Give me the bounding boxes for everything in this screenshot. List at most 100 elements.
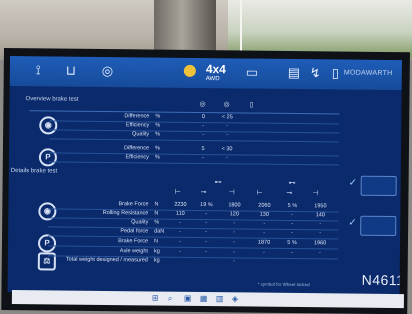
app-icon[interactable]: ▦ (200, 294, 208, 303)
license-plate: N461128 (362, 272, 402, 289)
window-frame (240, 0, 242, 58)
background-window (228, 0, 412, 58)
row-label: Quality (132, 131, 149, 137)
front-left-value: - (168, 239, 192, 245)
row-limit: < 30 (215, 146, 239, 152)
row-label: Pedal force (120, 228, 148, 234)
front-right-value: 1800 (222, 202, 246, 208)
row-label: Total weight designed / measured (66, 257, 148, 264)
front-diff-value: - (194, 211, 218, 217)
front-left-value: - (168, 249, 192, 255)
brand-logo: MODAWARTH (344, 69, 393, 77)
rear-diff-value: - (280, 250, 304, 256)
rear-left-value: - (252, 221, 276, 227)
front-left-value: - (168, 220, 192, 226)
rear-axle-icon: ⊷ (289, 179, 296, 187)
row-value: 0 (191, 114, 215, 120)
drive-mode-sub: AWD (206, 76, 226, 82)
footnote: * symbol for Wheel locked (258, 282, 310, 288)
row-label: Brake Force (118, 238, 148, 244)
rear-diff-value: - (280, 221, 304, 227)
front-left-value: 2230 (168, 202, 192, 208)
rear-left-value: 2060 (252, 203, 276, 209)
rear-right-value: 140 (308, 212, 332, 218)
front-diff-value: - (194, 249, 218, 255)
row-unit: daN (154, 229, 164, 235)
front-right-value: - (222, 229, 246, 235)
app-icon[interactable]: ◈ (232, 294, 238, 303)
rear-right-value: - (308, 221, 332, 227)
row-label: Difference (124, 145, 149, 151)
lift-icon[interactable]: ⊔ (66, 63, 76, 79)
wheel-right-icon: ◎ (223, 100, 229, 108)
row-unit: N (154, 202, 158, 208)
rear-diff-value: - (280, 212, 304, 218)
front-diff-value: - (194, 229, 218, 235)
row-value: - (191, 132, 215, 138)
diff-col-icon: ⊸ (201, 188, 207, 196)
front-diff-value: - (194, 220, 218, 226)
phone-icon[interactable]: ▯ (332, 65, 339, 81)
row-limit: - (215, 123, 239, 129)
front-diff-value: 19 % (194, 202, 218, 208)
front-right-value: - (222, 249, 246, 255)
left-wheel-col-icon: ⊢ (175, 188, 181, 196)
rear-diff-value: 5 % (280, 240, 304, 246)
front-right-value: - (222, 258, 246, 264)
rear-axle-car-icon[interactable] (360, 216, 396, 236)
row-unit: % (155, 132, 160, 138)
rear-right-value: 1950 (308, 203, 332, 209)
app-icon[interactable]: ▥ (216, 294, 224, 303)
rear-left-value: 1870 (252, 240, 276, 246)
row-unit: % (154, 220, 159, 226)
front-left-value: - (168, 229, 192, 235)
seat-icon[interactable]: ⟟ (36, 62, 41, 78)
row-unit: kg (154, 258, 160, 264)
rear-left-value: - (252, 230, 276, 236)
row-unit: kg (154, 249, 160, 255)
rear-left-value: 130 (252, 212, 276, 218)
row-unit: % (155, 123, 160, 129)
rear-diff-value: 5 % (280, 203, 304, 209)
row-unit: N (154, 239, 158, 245)
row-unit: % (155, 146, 160, 152)
row-label: Brake Force (118, 201, 148, 207)
printer-icon[interactable]: ▭ (246, 64, 258, 80)
gauge-icon[interactable]: ◎ (102, 63, 114, 79)
details-title: Details brake test (11, 168, 57, 174)
row-limit: - (215, 132, 239, 138)
drive-mode[interactable]: 4x4AWD (206, 62, 226, 82)
tool-icon[interactable]: ↯ (310, 65, 321, 81)
front-right-value: - (222, 239, 246, 245)
check-icon: ✓ (349, 178, 358, 189)
front-axle-car-icon[interactable] (361, 176, 397, 196)
diff-col-icon: ⊸ (287, 189, 293, 197)
row-label: Axle weight (120, 248, 148, 254)
start-icon[interactable]: ⊞ (152, 293, 159, 302)
left-wheel-col-icon: ⊢ (257, 189, 263, 197)
row-label: Rolling Resistance (103, 210, 149, 216)
front-left-value: 110 (168, 211, 192, 217)
rear-right-value: 1960 (308, 240, 332, 246)
row-label: Quality (131, 219, 148, 225)
row-divider (49, 161, 339, 165)
row-label: Efficiency (125, 154, 148, 160)
row-divider (49, 138, 339, 142)
check-icon: ✓ (348, 218, 357, 229)
row-value: - (191, 155, 215, 161)
drive-mode-label: 4x4 (206, 62, 226, 76)
brake-test-screen: ⟟ ⊔ ◎ 4x4AWD ▭ ▤ ↯ ▯ MODAWARTH Overview … (8, 56, 402, 296)
axle-status-panel: ✓ ✓ (360, 172, 395, 282)
rear-right-value: - (308, 250, 332, 256)
row-value: - (191, 123, 215, 129)
front-right-value: 120 (222, 211, 246, 217)
front-axle-icon: ⊷ (215, 178, 222, 186)
right-wheel-col-icon: ⊣ (313, 189, 319, 197)
row-unit: % (155, 155, 160, 161)
report-icon[interactable]: ▤ (288, 65, 300, 81)
row-limit: - (215, 155, 239, 161)
front-right-value: - (222, 220, 246, 226)
search-icon[interactable]: ⌕ (168, 294, 173, 304)
row-value: 5 (191, 146, 215, 152)
taskview-icon[interactable]: ▣ (184, 294, 192, 303)
